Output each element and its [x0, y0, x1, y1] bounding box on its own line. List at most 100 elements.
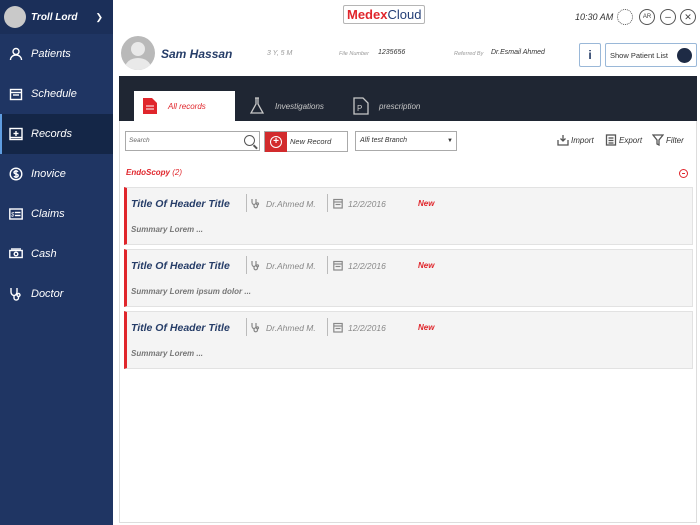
sidebar-item-label: Inovice [31, 168, 66, 180]
tab-label: prescription [379, 101, 421, 111]
record-doctor-name: Dr.Ahmed M. [266, 198, 316, 209]
gear-icon[interactable] [617, 9, 633, 25]
logo-prefix: Medex [347, 7, 388, 22]
cash-icon [8, 246, 24, 262]
language-button[interactable]: AR [639, 9, 655, 25]
tab-label: Investigations [275, 101, 324, 111]
dollar-icon [8, 166, 24, 182]
search-placeholder: Search [129, 137, 150, 144]
sidebar-item-records[interactable]: Records [0, 114, 113, 154]
record-date-value: 12/2/2016 [348, 322, 386, 333]
record-doctor-name: Dr.Ahmed M. [266, 322, 316, 333]
logo-suffix: Cloud [387, 7, 422, 22]
export-icon [605, 134, 617, 146]
record-doctor: Dr.Ahmed M. [251, 260, 316, 271]
sidebar-item-doctor[interactable]: Doctor [0, 274, 113, 314]
stethoscope-icon [251, 323, 260, 333]
sidebar-item-claims[interactable]: $ Claims [0, 194, 113, 234]
calendar-icon [333, 198, 343, 209]
search-icon[interactable] [244, 135, 255, 146]
divider [246, 318, 247, 336]
import-label: Import [571, 135, 594, 145]
person-icon [8, 46, 24, 62]
file-number-label: File Number [339, 51, 369, 57]
calendar-icon [333, 322, 343, 333]
record-title: Title Of Header Title [131, 322, 230, 334]
export-label: Export [619, 135, 643, 145]
status-badge: New [418, 261, 435, 270]
document-icon [143, 98, 157, 114]
tab-label: All records [168, 101, 206, 111]
close-icon[interactable]: ✕ [680, 9, 696, 25]
filter-label: Filter [666, 135, 684, 145]
claims-icon: $ [8, 206, 24, 222]
divider [246, 256, 247, 274]
record-date: 12/2/2016 [333, 198, 386, 209]
plus-icon: + [265, 131, 287, 152]
sidebar-item-label: Cash [31, 248, 57, 260]
section-title: EndoScopy [126, 168, 171, 177]
import-button[interactable]: Import [557, 134, 594, 146]
patient-info-button[interactable]: i [579, 43, 601, 67]
record-card[interactable]: Title Of Header Title Dr.Ahmed M. 12/2/2… [124, 249, 693, 307]
sidebar-item-label: Schedule [31, 88, 77, 100]
calendar-icon [8, 86, 24, 102]
chevron-down-icon[interactable]: ❯ [95, 12, 103, 23]
calendar-icon [333, 260, 343, 271]
tab-prescription[interactable]: P prescription [349, 91, 449, 121]
sidebar-item-patients[interactable]: Patients [0, 34, 113, 74]
branch-value: Alfi test Branch [360, 137, 408, 144]
show-patient-list-label: Show Patient List [610, 50, 668, 60]
record-date-value: 12/2/2016 [348, 260, 386, 271]
minimize-icon[interactable]: – [660, 9, 676, 25]
record-date: 12/2/2016 [333, 322, 386, 333]
record-summary: Summary Lorem ... [131, 225, 204, 234]
tab-investigations[interactable]: Investigations [245, 91, 345, 121]
branch-select[interactable]: Alfi test Branch ▼ [355, 131, 457, 151]
divider [246, 194, 247, 212]
tab-all-records[interactable]: All records [134, 91, 235, 121]
record-card[interactable]: Title Of Header Title Dr.Ahmed M. 12/2/2… [124, 311, 693, 369]
referred-by-value: Dr.Esmail Ahmed [491, 49, 545, 56]
user-menu[interactable]: Troll Lord ❯ [0, 0, 113, 34]
record-summary: Summary Lorem ... [131, 349, 204, 358]
patient-header: Sam Hassan 3 Y, 5 M File Number 1235656 … [113, 34, 700, 76]
records-tabs: All records Investigations P prescriptio… [119, 76, 697, 121]
import-icon [557, 135, 569, 146]
flask-icon [249, 97, 265, 114]
filter-button[interactable]: Filter [652, 134, 684, 146]
dropdown-arrow-icon: ▼ [447, 138, 453, 144]
record-title: Title Of Header Title [131, 260, 230, 272]
top-bar: MedexCloud 10:30 AM AR – ✕ [113, 0, 700, 34]
export-button[interactable]: Export [605, 134, 642, 146]
filter-icon [652, 134, 664, 146]
status-badge: New [418, 323, 435, 332]
divider [327, 318, 328, 336]
patient-name: Sam Hassan [161, 47, 233, 61]
new-record-label: New Record [290, 137, 332, 146]
collapse-icon[interactable] [679, 169, 688, 178]
show-patient-list-button[interactable]: Show Patient List [605, 43, 697, 67]
user-avatar [4, 6, 26, 28]
records-panel: Search + New Record Alfi test Branch ▼ I… [119, 121, 697, 523]
patient-age: 3 Y, 5 M [267, 50, 293, 57]
sidebar-item-invoice[interactable]: Inovice [0, 154, 113, 194]
divider [327, 256, 328, 274]
stethoscope-icon [8, 286, 24, 302]
sidebar-item-cash[interactable]: Cash [0, 234, 113, 274]
section-header[interactable]: EndoScopy (2) [126, 168, 182, 177]
search-input[interactable]: Search [125, 131, 260, 151]
sidebar-item-label: Claims [31, 208, 65, 220]
stethoscope-icon [251, 199, 260, 209]
info-icon: i [588, 48, 592, 62]
person-icon [677, 48, 692, 63]
sidebar-item-schedule[interactable]: Schedule [0, 74, 113, 114]
record-summary: Summary Lorem ipsum dolor ... [131, 287, 252, 296]
record-doctor: Dr.Ahmed M. [251, 198, 316, 209]
new-record-button[interactable]: + New Record [264, 131, 348, 152]
svg-text:$: $ [10, 213, 15, 219]
sidebar-item-label: Patients [31, 48, 71, 60]
record-card[interactable]: Title Of Header Title Dr.Ahmed M. 12/2/2… [124, 187, 693, 245]
clock-time: 10:30 AM [575, 12, 614, 22]
record-date: 12/2/2016 [333, 260, 386, 271]
